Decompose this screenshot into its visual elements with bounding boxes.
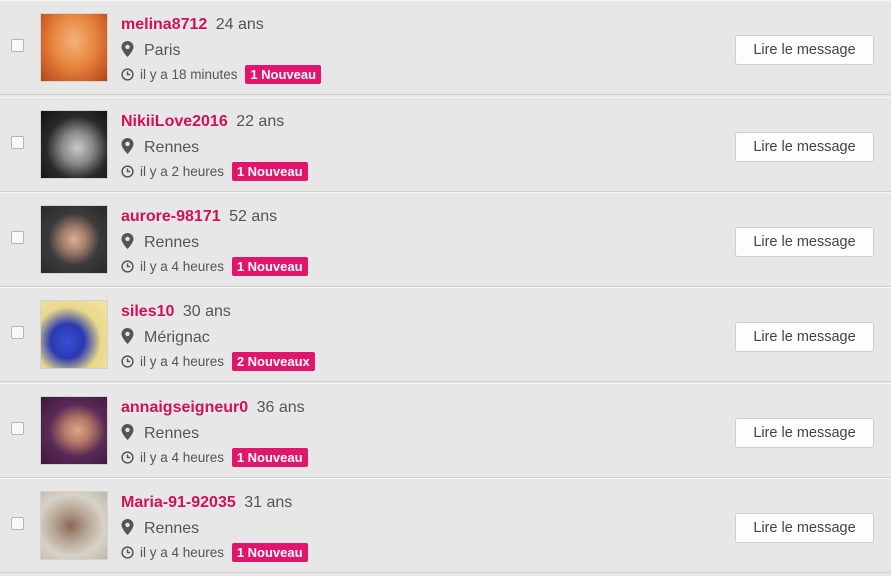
message-row: annaigseigneur0 36 ans Rennes il y a 4 h…: [0, 383, 891, 478]
avatar[interactable]: [40, 110, 108, 179]
age-text: 30 ans: [182, 303, 231, 320]
clock-icon: [121, 68, 134, 81]
read-message-button[interactable]: Lire le message: [735, 513, 874, 543]
location-pin-icon: [121, 233, 134, 249]
avatar[interactable]: [40, 491, 108, 560]
new-badge: 1 Nouveau: [231, 543, 308, 562]
new-badge: 1 Nouveau: [231, 257, 308, 276]
clock-icon: [121, 165, 134, 178]
avatar[interactable]: [40, 13, 108, 82]
username-link[interactable]: siles10: [121, 303, 174, 320]
select-checkbox[interactable]: [11, 517, 24, 530]
username-link[interactable]: melina8712: [121, 16, 207, 33]
city-text: Rennes: [144, 425, 200, 442]
select-checkbox[interactable]: [11, 422, 24, 435]
time-text: il y a 4 heures: [140, 259, 225, 274]
avatar[interactable]: [40, 205, 108, 274]
message-row: aurore-98171 52 ans Rennes il y a 4 heur…: [0, 192, 891, 287]
age-text: 36 ans: [256, 399, 305, 416]
read-message-button[interactable]: Lire le message: [735, 35, 874, 65]
read-message-button[interactable]: Lire le message: [735, 132, 874, 162]
message-row: melina8712 24 ans Paris il y a 18 minute…: [0, 0, 891, 95]
city-text: Mérignac: [144, 329, 210, 346]
age-text: 22 ans: [236, 113, 285, 130]
location-pin-icon: [121, 138, 134, 154]
avatar[interactable]: [40, 300, 108, 369]
location-pin-icon: [121, 328, 134, 344]
city-text: Rennes: [144, 139, 200, 156]
location-pin-icon: [121, 519, 134, 535]
new-badge: 1 Nouveau: [231, 448, 308, 467]
city-text: Rennes: [144, 234, 200, 251]
city-text: Rennes: [144, 520, 200, 537]
message-row: NikiiLove2016 22 ans Rennes il y a 2 heu…: [0, 97, 891, 192]
select-checkbox[interactable]: [11, 326, 24, 339]
clock-icon: [121, 451, 134, 464]
clock-icon: [121, 260, 134, 273]
select-checkbox[interactable]: [11, 231, 24, 244]
age-text: 52 ans: [229, 208, 278, 225]
read-message-button[interactable]: Lire le message: [735, 227, 874, 257]
read-message-button[interactable]: Lire le message: [735, 418, 874, 448]
new-badge: 1 Nouveau: [231, 162, 308, 181]
time-text: il y a 2 heures: [140, 164, 225, 179]
age-text: 31 ans: [244, 494, 293, 511]
username-link[interactable]: aurore-98171: [121, 208, 221, 225]
username-link[interactable]: annaigseigneur0: [121, 399, 248, 416]
avatar[interactable]: [40, 396, 108, 465]
clock-icon: [121, 546, 134, 559]
time-text: il y a 4 heures: [140, 545, 225, 560]
message-list: melina8712 24 ans Paris il y a 18 minute…: [0, 0, 891, 576]
username-link[interactable]: Maria-91-92035: [121, 494, 236, 511]
new-badge: 1 Nouveau: [245, 65, 322, 84]
time-text: il y a 18 minutes: [140, 67, 238, 82]
city-text: Paris: [144, 42, 181, 59]
location-pin-icon: [121, 41, 134, 57]
message-row: Maria-91-92035 31 ans Rennes il y a 4 he…: [0, 478, 891, 573]
new-badge: 2 Nouveaux: [231, 352, 315, 371]
time-text: il y a 4 heures: [140, 354, 225, 369]
message-row: siles10 30 ans Mérignac il y a 4 heures …: [0, 287, 891, 382]
age-text: 24 ans: [215, 16, 264, 33]
select-checkbox[interactable]: [11, 136, 24, 149]
read-message-button[interactable]: Lire le message: [735, 322, 874, 352]
clock-icon: [121, 355, 134, 368]
location-pin-icon: [121, 424, 134, 440]
username-link[interactable]: NikiiLove2016: [121, 113, 228, 130]
time-text: il y a 4 heures: [140, 450, 225, 465]
select-checkbox[interactable]: [11, 39, 24, 52]
